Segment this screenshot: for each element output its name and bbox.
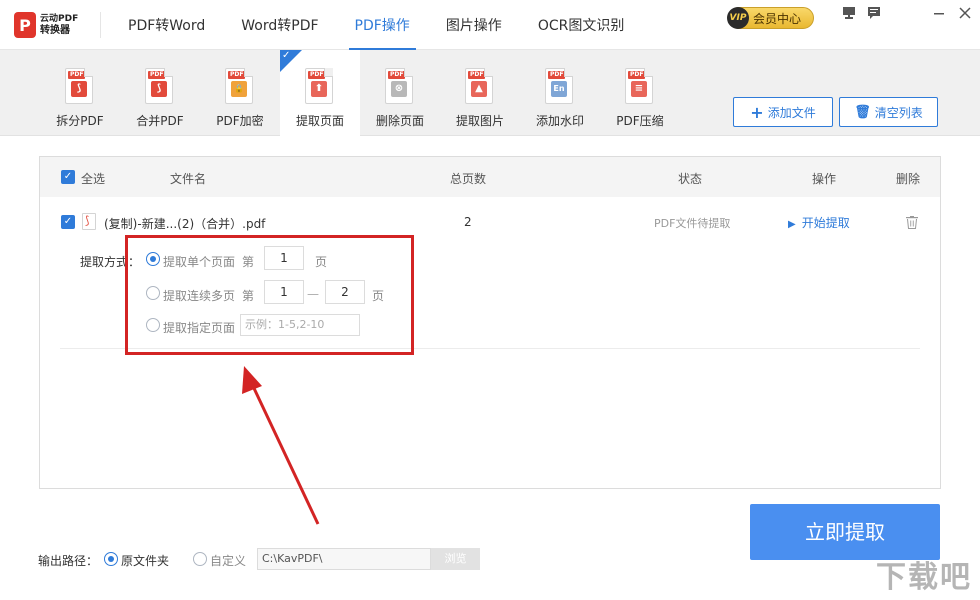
watermark: 下载吧 [876,560,972,595]
custom-folder-radio[interactable] [193,552,207,566]
original-folder-radio[interactable] [104,552,118,566]
browse-button[interactable]: 浏览 [431,548,480,570]
output-path-input[interactable]: C:\KavPDF\ [257,548,431,570]
original-folder-label: 原文件夹 [121,554,170,568]
output-path-label: 输出路径： [38,554,99,568]
custom-folder-label: 自定义 [210,554,247,568]
